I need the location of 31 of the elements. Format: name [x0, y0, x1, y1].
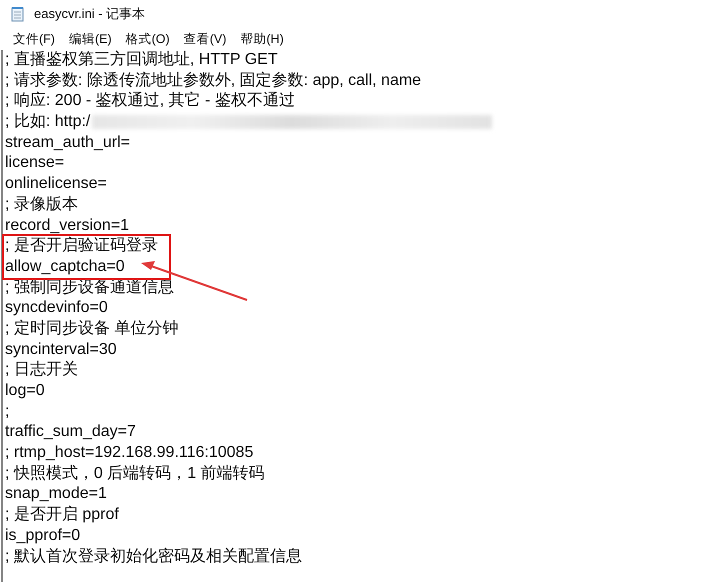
text-line: log=0 [5, 381, 45, 401]
menu-item[interactable]: 格式(O) [118, 28, 177, 50]
text-line: ; [5, 402, 10, 422]
text-line: ; 请求参数: 除透传流地址参数外, 固定参数: app, call, name [5, 70, 422, 91]
text-line: is_pprof=0 [5, 526, 80, 546]
text-line: ; 日志开关 [5, 360, 78, 380]
menu-item[interactable]: 帮助(H) [233, 28, 291, 50]
window-title: easycvr.ini - 记事本 [34, 5, 146, 23]
menu-item[interactable]: 编辑(E) [62, 28, 119, 50]
text-line: traffic_sum_day=7 [5, 422, 136, 442]
text-line: ; 默认首次登录初始化密码及相关配置信息 [5, 546, 302, 566]
text-line: license= [5, 153, 64, 174]
text-line: record_version=1 [5, 216, 130, 236]
text-line: allow_captcha=0 [5, 256, 125, 277]
text-line: ; 快照模式，0 后端转码，1 前端转码 [5, 464, 265, 484]
text-line: syncinterval=30 [5, 340, 117, 360]
menu-item[interactable]: 文件(F) [6, 28, 62, 50]
text-line: ; 直播鉴权第三方回调地址, HTTP GET [5, 50, 278, 70]
notepad-icon [10, 6, 26, 22]
text-line: ; 比如: http:/ [5, 112, 90, 132]
text-line: ; 定时同步设备 单位分钟 [5, 318, 178, 339]
text-line: snap_mode=1 [5, 484, 107, 504]
text-line: ; 是否开启验证码登录 [5, 236, 158, 256]
text-line: onlinelicense= [5, 174, 107, 194]
text-line: ; rtmp_host=192.168.99.116:10085 [5, 443, 254, 464]
menu-item[interactable]: 查看(V) [176, 28, 234, 50]
text-line: stream_auth_url= [5, 132, 130, 153]
text-line: ; 录像版本 [5, 194, 78, 215]
text-line: ; 响应: 200 - 鉴权通过, 其它 - 鉴权不通过 [5, 91, 295, 112]
text-line: syncdevinfo=0 [5, 298, 108, 318]
text-line: ; 是否开启 pprof [5, 505, 119, 526]
